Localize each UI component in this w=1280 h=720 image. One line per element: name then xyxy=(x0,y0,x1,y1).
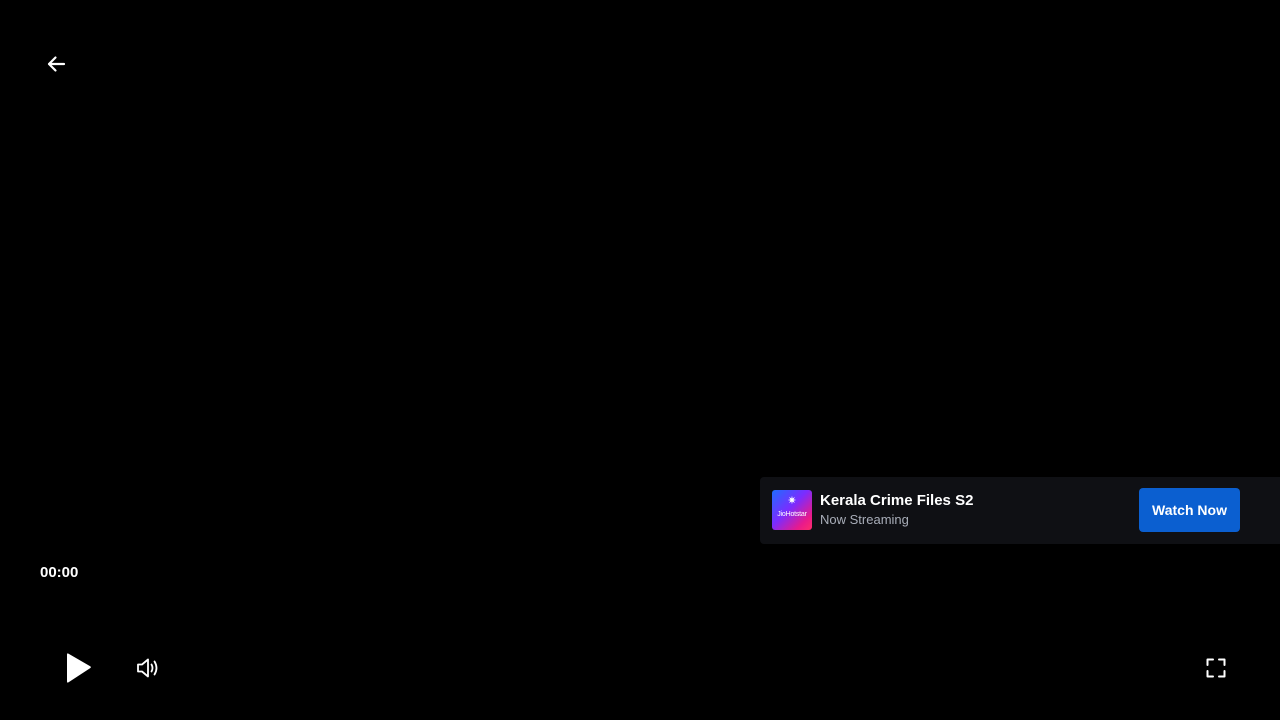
star-icon: ✷ xyxy=(787,495,797,507)
play-button[interactable] xyxy=(60,650,96,686)
fullscreen-button[interactable] xyxy=(1200,652,1232,684)
arrow-left-icon xyxy=(47,56,66,72)
watch-now-button[interactable]: Watch Now xyxy=(1139,488,1240,532)
volume-icon xyxy=(137,658,158,678)
ad-logo-brand: JioHotstar xyxy=(777,511,807,518)
ad-banner: ✷ JioHotstar Kerala Crime Files S2 Now S… xyxy=(760,477,1280,544)
current-time: 00:00 xyxy=(40,564,79,581)
back-button[interactable] xyxy=(40,48,72,80)
play-icon xyxy=(67,653,91,683)
ad-title: Kerala Crime Files S2 xyxy=(820,492,974,509)
fullscreen-icon xyxy=(1206,658,1226,678)
ad-logo: ✷ JioHotstar xyxy=(772,490,812,530)
volume-button[interactable] xyxy=(132,653,164,683)
ad-subtitle: Now Streaming xyxy=(820,512,909,527)
video-player[interactable]: ✷ JioHotstar Kerala Crime Files S2 Now S… xyxy=(0,0,1280,720)
